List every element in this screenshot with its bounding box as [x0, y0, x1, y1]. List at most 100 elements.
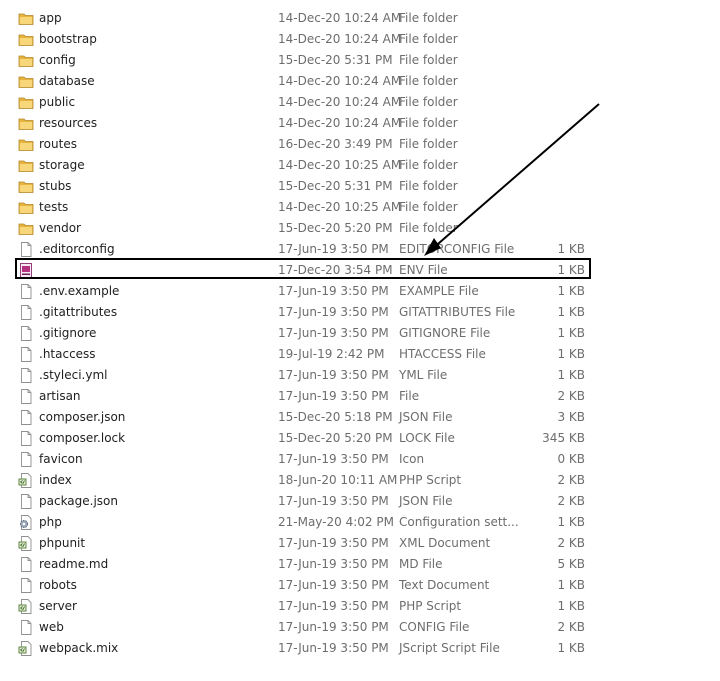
document-icon [18, 389, 34, 404]
file-size: 2 KB [557, 494, 585, 508]
file-name: storage [39, 158, 85, 172]
file-size: 345 KB [542, 431, 585, 445]
file-row[interactable]: .env.example 17-Jun-19 3:50 PM EXAMPLE Fil… [0, 281, 720, 302]
file-row[interactable]: favicon 17-Jun-19 3:50 PM Icon 0 KB [0, 449, 720, 470]
file-name: webpack.mix [39, 641, 119, 655]
file-date-modified: 17-Jun-19 3:50 PM [278, 494, 389, 508]
file-date-modified: 16-Dec-20 3:49 PM [278, 137, 393, 151]
file-size: 1 KB [557, 368, 585, 382]
file-row[interactable]: webpack.mix 17-Jun-19 3:50 PM JScript Scri… [0, 638, 720, 659]
file-size: 1 KB [557, 242, 585, 256]
file-row[interactable]: 17-Dec-20 3:54 PM ENV File 1 KB [0, 260, 720, 281]
file-date-modified: 15-Dec-20 5:18 PM [278, 410, 393, 424]
folder-icon [18, 158, 34, 173]
file-name: bootstrap [39, 32, 97, 46]
file-type: MD File [399, 557, 443, 571]
file-row[interactable]: database 14-Dec-20 10:24 AM File folder [0, 71, 720, 92]
document-icon [18, 347, 34, 362]
file-row[interactable]: php 21-May-20 4:02 PM Configuration sett..… [0, 512, 720, 533]
file-name: stubs [39, 179, 72, 193]
file-row[interactable]: robots 17-Jun-19 3:50 PM Text Document 1 KB [0, 575, 720, 596]
file-date-modified: 14-Dec-20 10:24 AM [278, 32, 402, 46]
file-name: artisan [39, 389, 81, 403]
document-icon [18, 410, 34, 425]
document-icon [18, 305, 34, 320]
file-date-modified: 17-Jun-19 3:50 PM [278, 305, 389, 319]
file-date-modified: 17-Jun-19 3:50 PM [278, 536, 389, 550]
file-row[interactable]: tests 14-Dec-20 10:25 AM File folder [0, 197, 720, 218]
file-size: 1 KB [557, 305, 585, 319]
file-type: Icon [399, 452, 425, 466]
script-icon [18, 473, 34, 488]
file-name: .styleci.yml [39, 368, 108, 382]
file-size: 3 KB [557, 410, 585, 424]
file-row[interactable]: .htaccess 19-Jul-19 2:42 PM HTACCESS File 1… [0, 344, 720, 365]
file-list: app 14-Dec-20 10:24 AM File folder bootstra… [0, 8, 720, 659]
file-date-modified: 17-Jun-19 3:50 PM [278, 326, 389, 340]
file-row[interactable]: readme.md 17-Jun-19 3:50 PM MD File 5 KB [0, 554, 720, 575]
file-date-modified: 17-Jun-19 3:50 PM [278, 242, 389, 256]
file-row[interactable]: phpunit 17-Jun-19 3:50 PM XML Document 2 KB [0, 533, 720, 554]
file-row[interactable]: resources 14-Dec-20 10:24 AM File folder [0, 113, 720, 134]
script-icon [18, 641, 34, 656]
file-type: File folder [399, 95, 458, 109]
file-name: routes [39, 137, 77, 151]
script-icon [18, 599, 34, 614]
file-row[interactable]: bootstrap 14-Dec-20 10:24 AM File folder [0, 29, 720, 50]
file-date-modified: 17-Dec-20 3:54 PM [278, 263, 393, 277]
folder-icon [18, 11, 34, 26]
file-row[interactable]: composer.json 15-Dec-20 5:18 PM JSON File 3… [0, 407, 720, 428]
folder-icon [18, 53, 34, 68]
file-name: readme.md [39, 557, 109, 571]
file-row[interactable]: artisan 17-Jun-19 3:50 PM File 2 KB [0, 386, 720, 407]
script-icon [18, 536, 34, 551]
file-name: .env.example [39, 284, 120, 298]
document-icon [18, 494, 34, 509]
document-icon [18, 242, 34, 257]
folder-icon [18, 221, 34, 236]
file-date-modified: 19-Jul-19 2:42 PM [278, 347, 385, 361]
file-size: 5 KB [557, 557, 585, 571]
file-type: File folder [399, 32, 458, 46]
file-row[interactable]: stubs 15-Dec-20 5:31 PM File folder [0, 176, 720, 197]
file-row[interactable]: index 18-Jun-20 10:11 AM PHP Script 2 KB [0, 470, 720, 491]
file-row[interactable]: .gitignore 17-Jun-19 3:50 PM GITIGNORE Fil… [0, 323, 720, 344]
file-type: JSON File [399, 410, 453, 424]
file-type: PHP Script [399, 599, 462, 613]
file-name: server [39, 599, 77, 613]
file-row[interactable]: routes 16-Dec-20 3:49 PM File folder [0, 134, 720, 155]
file-name: tests [39, 200, 69, 214]
file-size: 2 KB [557, 389, 585, 403]
file-date-modified: 17-Jun-19 3:50 PM [278, 284, 389, 298]
folder-icon [18, 137, 34, 152]
file-row[interactable]: server 17-Jun-19 3:50 PM PHP Script 1 KB [0, 596, 720, 617]
file-type: File folder [399, 53, 458, 67]
file-row[interactable]: .editorconfig 17-Jun-19 3:50 PM EDITORCONF… [0, 239, 720, 260]
file-name: vendor [39, 221, 81, 235]
file-row[interactable]: config 15-Dec-20 5:31 PM File folder [0, 50, 720, 71]
file-date-modified: 21-May-20 4:02 PM [278, 515, 394, 529]
file-name: public [39, 95, 76, 109]
file-size: 1 KB [557, 284, 585, 298]
file-date-modified: 17-Jun-19 3:50 PM [278, 620, 389, 634]
file-name: package.json [39, 494, 119, 508]
file-row[interactable]: .gitattributes 17-Jun-19 3:50 PM GITATTRIB… [0, 302, 720, 323]
folder-icon [18, 200, 34, 215]
folder-icon [18, 95, 34, 110]
file-row[interactable]: public 14-Dec-20 10:24 AM File folder [0, 92, 720, 113]
file-row[interactable]: vendor 15-Dec-20 5:20 PM File folder [0, 218, 720, 239]
file-name: .gitignore [39, 326, 97, 340]
file-type: File folder [399, 11, 458, 25]
file-size: 1 KB [557, 599, 585, 613]
file-row[interactable]: composer.lock 15-Dec-20 5:20 PM LOCK File 3… [0, 428, 720, 449]
file-name: config [39, 53, 76, 67]
file-row[interactable]: package.json 17-Jun-19 3:50 PM JSON File 2 … [0, 491, 720, 512]
file-date-modified: 17-Jun-19 3:50 PM [278, 368, 389, 382]
file-type: CONFIG File [399, 620, 470, 634]
file-row[interactable]: .styleci.yml 17-Jun-19 3:50 PM YML File 1 K… [0, 365, 720, 386]
file-type: File folder [399, 158, 458, 172]
file-size: 2 KB [557, 473, 585, 487]
file-row[interactable]: app 14-Dec-20 10:24 AM File folder [0, 8, 720, 29]
file-row[interactable]: web 17-Jun-19 3:50 PM CONFIG File 2 KB [0, 617, 720, 638]
file-row[interactable]: storage 14-Dec-20 10:25 AM File folder [0, 155, 720, 176]
